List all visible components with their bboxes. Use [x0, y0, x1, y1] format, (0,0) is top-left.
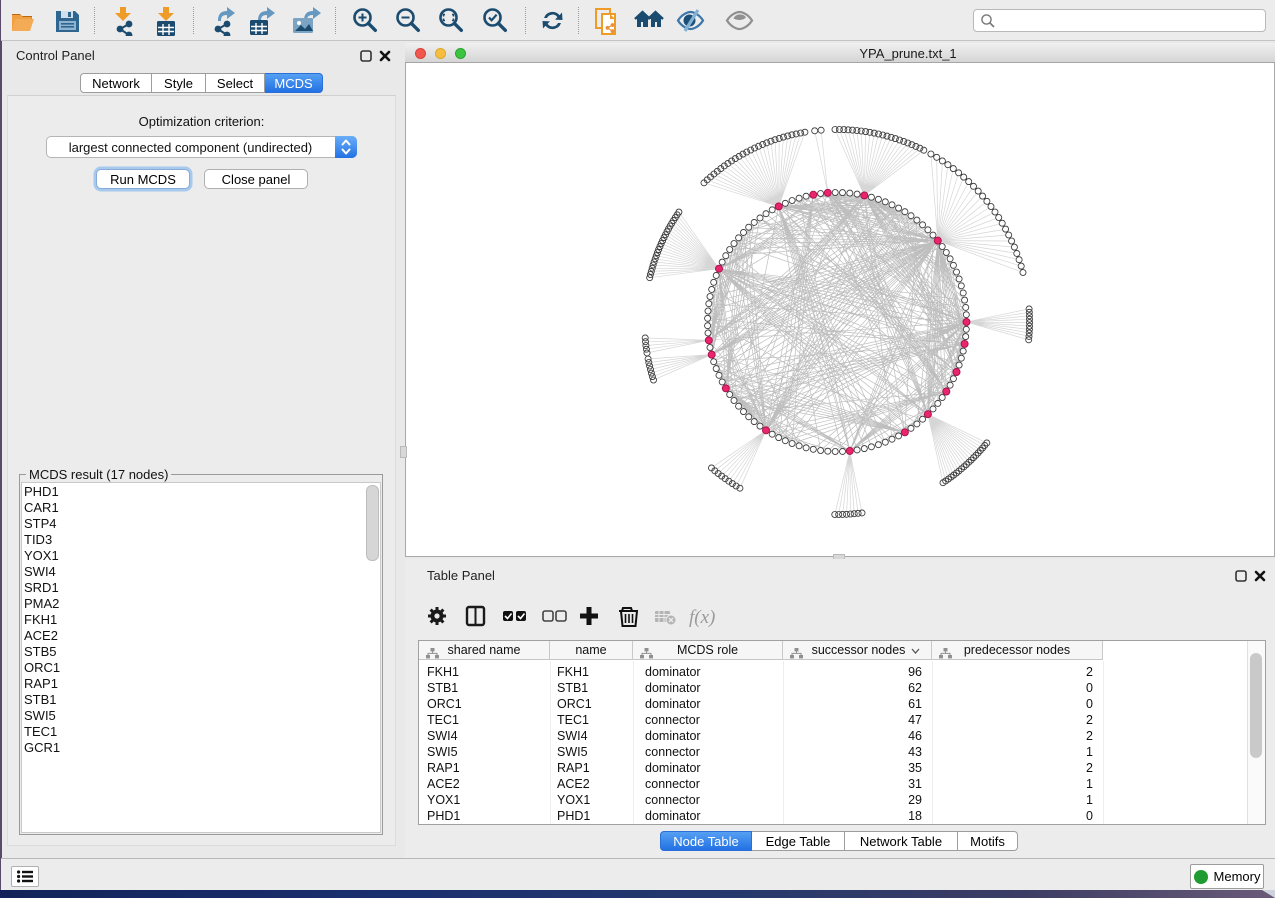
svg-text:f(x): f(x): [689, 607, 715, 628]
